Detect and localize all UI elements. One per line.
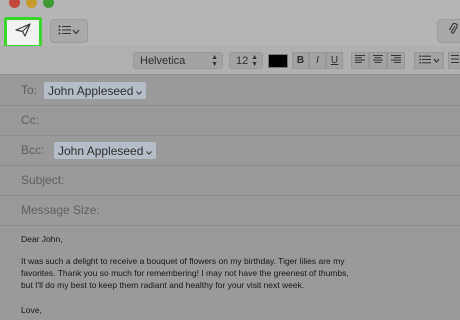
paper-plane-icon [15,23,31,42]
list-style-button[interactable] [414,52,444,69]
send-button[interactable] [4,17,42,48]
minimize-window-button[interactable] [26,0,37,8]
cc-field-row[interactable]: Cc: [0,105,460,136]
body-line-3: but I'll do my best to keep them radiant… [21,280,305,290]
window-toolbar [0,0,460,48]
indent-button[interactable] [448,52,460,69]
chevron-down-icon [433,55,440,66]
attach-button[interactable] [437,19,460,43]
align-right-icon [391,55,401,66]
align-right-button[interactable] [387,52,405,69]
text-color-well[interactable] [268,54,288,68]
underline-button[interactable]: U [326,52,343,69]
indent-icon [451,55,459,66]
list-icon [58,22,72,40]
font-family-select[interactable]: Helvetica ▲ ▼ [133,52,223,69]
select-arrows-icon: ▲ ▼ [251,54,258,68]
bcc-recipient-name: John Appleseed [58,143,144,158]
align-center-icon [373,55,383,66]
align-left-icon [355,55,365,66]
format-list-button[interactable] [50,19,88,43]
closing-text: Love, [21,305,42,315]
close-window-button[interactable] [9,0,20,8]
to-recipient-token[interactable]: John Appleseed [44,82,147,99]
list-icon [418,54,431,67]
zoom-window-button[interactable] [43,0,54,8]
to-field-row: To: John Appleseed [0,75,460,106]
message-size-label: Message Size: [21,203,100,217]
cc-label: Cc: [21,113,39,127]
bold-button[interactable]: B [292,52,309,69]
subject-label: Subject: [21,173,65,187]
align-left-button[interactable] [351,52,369,69]
italic-label: I [316,55,319,66]
to-recipient-name: John Appleseed [48,83,134,98]
underline-label: U [330,55,339,66]
greeting-text: Dear John, [21,234,63,244]
bcc-field-row: Bcc: John Appleseed [0,135,460,166]
italic-button[interactable]: I [309,52,326,69]
subject-field-row[interactable]: Subject: [0,165,460,196]
to-label: To: [21,83,38,97]
chevron-down-icon [136,84,143,98]
chevron-down-icon [72,22,80,40]
message-size-row: Message Size: [0,195,460,226]
message-body[interactable]: Dear John, It was such a delight to rece… [0,224,460,320]
paperclip-icon [448,22,458,41]
bcc-recipient-token[interactable]: John Appleseed [54,142,157,159]
align-center-button[interactable] [369,52,387,69]
font-size-select[interactable]: 12 ▲ ▼ [229,52,263,69]
body-line-2: favorites. Thank you so much for remembe… [21,268,349,278]
body-line-1: It was such a delight to receive a bouqu… [21,256,345,266]
select-arrows-icon: ▲ ▼ [211,54,218,68]
format-bar: Helvetica ▲ ▼ 12 ▲ ▼ B I U [0,46,460,75]
font-family-value: Helvetica [140,54,186,67]
bold-label: B [296,55,305,66]
bcc-label: Bcc: [21,143,45,157]
chevron-down-icon [146,144,153,158]
font-size-value: 12 [236,54,249,67]
